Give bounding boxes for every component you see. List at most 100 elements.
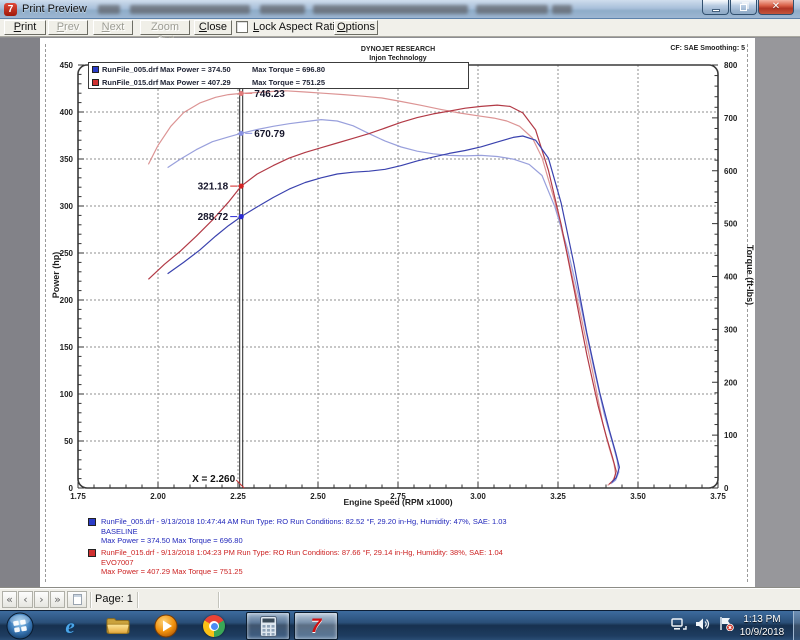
next-page-button[interactable]: ›: [34, 591, 49, 608]
minimize-button[interactable]: [702, 0, 729, 15]
marker-dot: [238, 130, 244, 136]
dyno-plot: 1.75 2.00 2.25 2.50 2.75 3.00 3.25 3.50 3.754504…: [60, 61, 738, 501]
svg-text:0: 0: [69, 484, 74, 493]
system-tray: [671, 616, 734, 631]
marker-dot: [238, 214, 244, 220]
svg-text:50: 50: [64, 437, 73, 446]
dynojet-taskbar-button[interactable]: 7: [294, 612, 338, 640]
svg-text:200: 200: [724, 378, 738, 387]
window-title: Print Preview: [22, 3, 87, 15]
run-swatch-red: [88, 548, 96, 557]
window-titlebar[interactable]: 7 Print Preview ✕: [0, 0, 800, 19]
minimize-icon: [711, 8, 720, 12]
start-button[interactable]: [6, 612, 34, 640]
svg-text:300: 300: [724, 325, 738, 334]
first-page-button[interactable]: «: [2, 591, 17, 608]
dynojet-app-icon: 7: [4, 2, 17, 16]
lock-aspect-ratio-checkbox[interactable]: Lock Aspect Ratio: [236, 21, 341, 33]
statusbar-divider: [90, 592, 92, 608]
media-player-icon[interactable]: [154, 614, 178, 638]
action-center-flag-icon[interactable]: [718, 616, 734, 631]
svg-text:350: 350: [60, 155, 74, 164]
svg-text:100: 100: [724, 431, 738, 440]
prev-page-button[interactable]: ‹: [18, 591, 33, 608]
close-window-button[interactable]: ✕: [758, 0, 794, 15]
windows-explorer-folder-icon[interactable]: [106, 614, 130, 638]
legend-row-evo: RunFile_015.drf Max Power = 407.29 Max T…: [89, 76, 468, 89]
legend-max-power: Max Power = 374.50: [160, 65, 231, 74]
chart-legend: RunFile_005.drf Max Power = 374.50 Max T…: [88, 62, 469, 89]
svg-text:500: 500: [724, 220, 738, 229]
y-axis-title-power: Power (hp): [51, 251, 61, 299]
preview-page: DYNOJET RESEARCH Injon Technology CF: SA…: [40, 38, 755, 588]
svg-text:700: 700: [724, 114, 738, 123]
legend-max-torque: Max Torque = 751.25: [252, 78, 326, 87]
network-tray-icon[interactable]: [671, 617, 687, 631]
show-desktop-button[interactable]: [793, 611, 800, 640]
page-setup-button[interactable]: [67, 591, 87, 608]
restore-icon: [740, 3, 747, 11]
svg-text:300: 300: [60, 202, 74, 211]
legend-swatch-red: [92, 79, 99, 86]
series-runfile_005-power: [167, 135, 620, 483]
taskbar: e 7 1:13 PM 10/9/2018: [0, 610, 800, 640]
svg-text:600: 600: [724, 167, 738, 176]
run-info-line1: RunFile_005.drf - 9/13/2018 10:47:44 AM …: [101, 517, 507, 526]
marker-dot: [238, 183, 244, 189]
run-info-baseline: RunFile_005.drf - 9/13/2018 10:47:44 AM …: [88, 517, 507, 546]
cursor-x-label: X = 2.260: [192, 474, 236, 485]
plot-border: [77, 64, 719, 489]
run-info-line2: BASELINE: [101, 526, 138, 536]
svg-text:100: 100: [60, 390, 74, 399]
redacted-title-text: [130, 5, 250, 14]
svg-text:250: 250: [60, 249, 74, 258]
options-button[interactable]: Options: [334, 20, 378, 35]
desktop-screen: 7 Print Preview ✕ Print Prev Next Zoom O…: [0, 0, 800, 640]
close-preview-button[interactable]: Close: [194, 20, 232, 35]
statusbar: « ‹ › » Page: 1: [0, 588, 800, 610]
statusbar-divider: [218, 592, 220, 608]
print-preview-area[interactable]: DYNOJET RESEARCH Injon Technology CF: SA…: [0, 38, 800, 588]
print-button[interactable]: Print: [4, 20, 46, 35]
svg-text:400: 400: [60, 108, 74, 117]
zoom-out-button[interactable]: Zoom Out: [140, 20, 190, 46]
svg-text:400: 400: [724, 273, 738, 282]
restore-button[interactable]: [730, 0, 757, 15]
legend-max-power: Max Power = 407.29: [160, 78, 231, 87]
close-icon: ✕: [771, 1, 781, 12]
marker-label: 746.23: [254, 89, 285, 100]
x-axis-title: Engine Speed (RPM x1000): [343, 497, 453, 507]
redacted-title-text: [98, 5, 120, 14]
marker-label: 288.72: [198, 212, 229, 223]
internet-explorer-icon[interactable]: e: [58, 614, 82, 638]
legend-swatch-blue: [92, 66, 99, 73]
svg-text:0: 0: [724, 484, 729, 493]
series-runfile_015-power: [147, 104, 617, 485]
page-number-label: Page: 1: [95, 593, 133, 605]
run-info-evo: RunFile_015.drf - 9/13/2018 1:04:23 PM R…: [88, 548, 503, 577]
calculator-taskbar-button[interactable]: [246, 612, 290, 640]
redacted-title-text: [476, 5, 548, 14]
series-runfile_015-torque: [147, 90, 617, 486]
volume-tray-icon[interactable]: [695, 617, 710, 631]
document-icon: [72, 594, 82, 605]
run-info-line3: Max Power = 374.50 Max Torque = 696.80: [101, 536, 243, 545]
redacted-title-text: [552, 5, 572, 14]
chrome-icon[interactable]: [202, 614, 226, 638]
print-preview-toolbar: Print Prev Next Zoom Out Close Lock Aspe…: [0, 19, 800, 46]
clock-time: 1:13 PM: [743, 614, 781, 625]
statusbar-divider: [137, 592, 139, 608]
series-runfile_005-torque: [167, 119, 620, 485]
taskbar-clock[interactable]: 1:13 PM 10/9/2018: [734, 613, 790, 639]
redacted-title-text: [260, 5, 305, 14]
prev-button[interactable]: Prev: [48, 20, 88, 35]
legend-file: RunFile_015.drf: [102, 78, 159, 87]
last-page-button[interactable]: »: [50, 591, 65, 608]
legend-row-baseline: RunFile_005.drf Max Power = 374.50 Max T…: [89, 63, 468, 76]
svg-text:800: 800: [724, 61, 738, 70]
calculator-icon: [259, 615, 277, 637]
checkbox-box[interactable]: [236, 21, 248, 33]
marker-dot: [238, 90, 244, 97]
next-button[interactable]: Next: [93, 20, 133, 35]
run-info-line1: RunFile_015.drf - 9/13/2018 1:04:23 PM R…: [101, 548, 503, 557]
